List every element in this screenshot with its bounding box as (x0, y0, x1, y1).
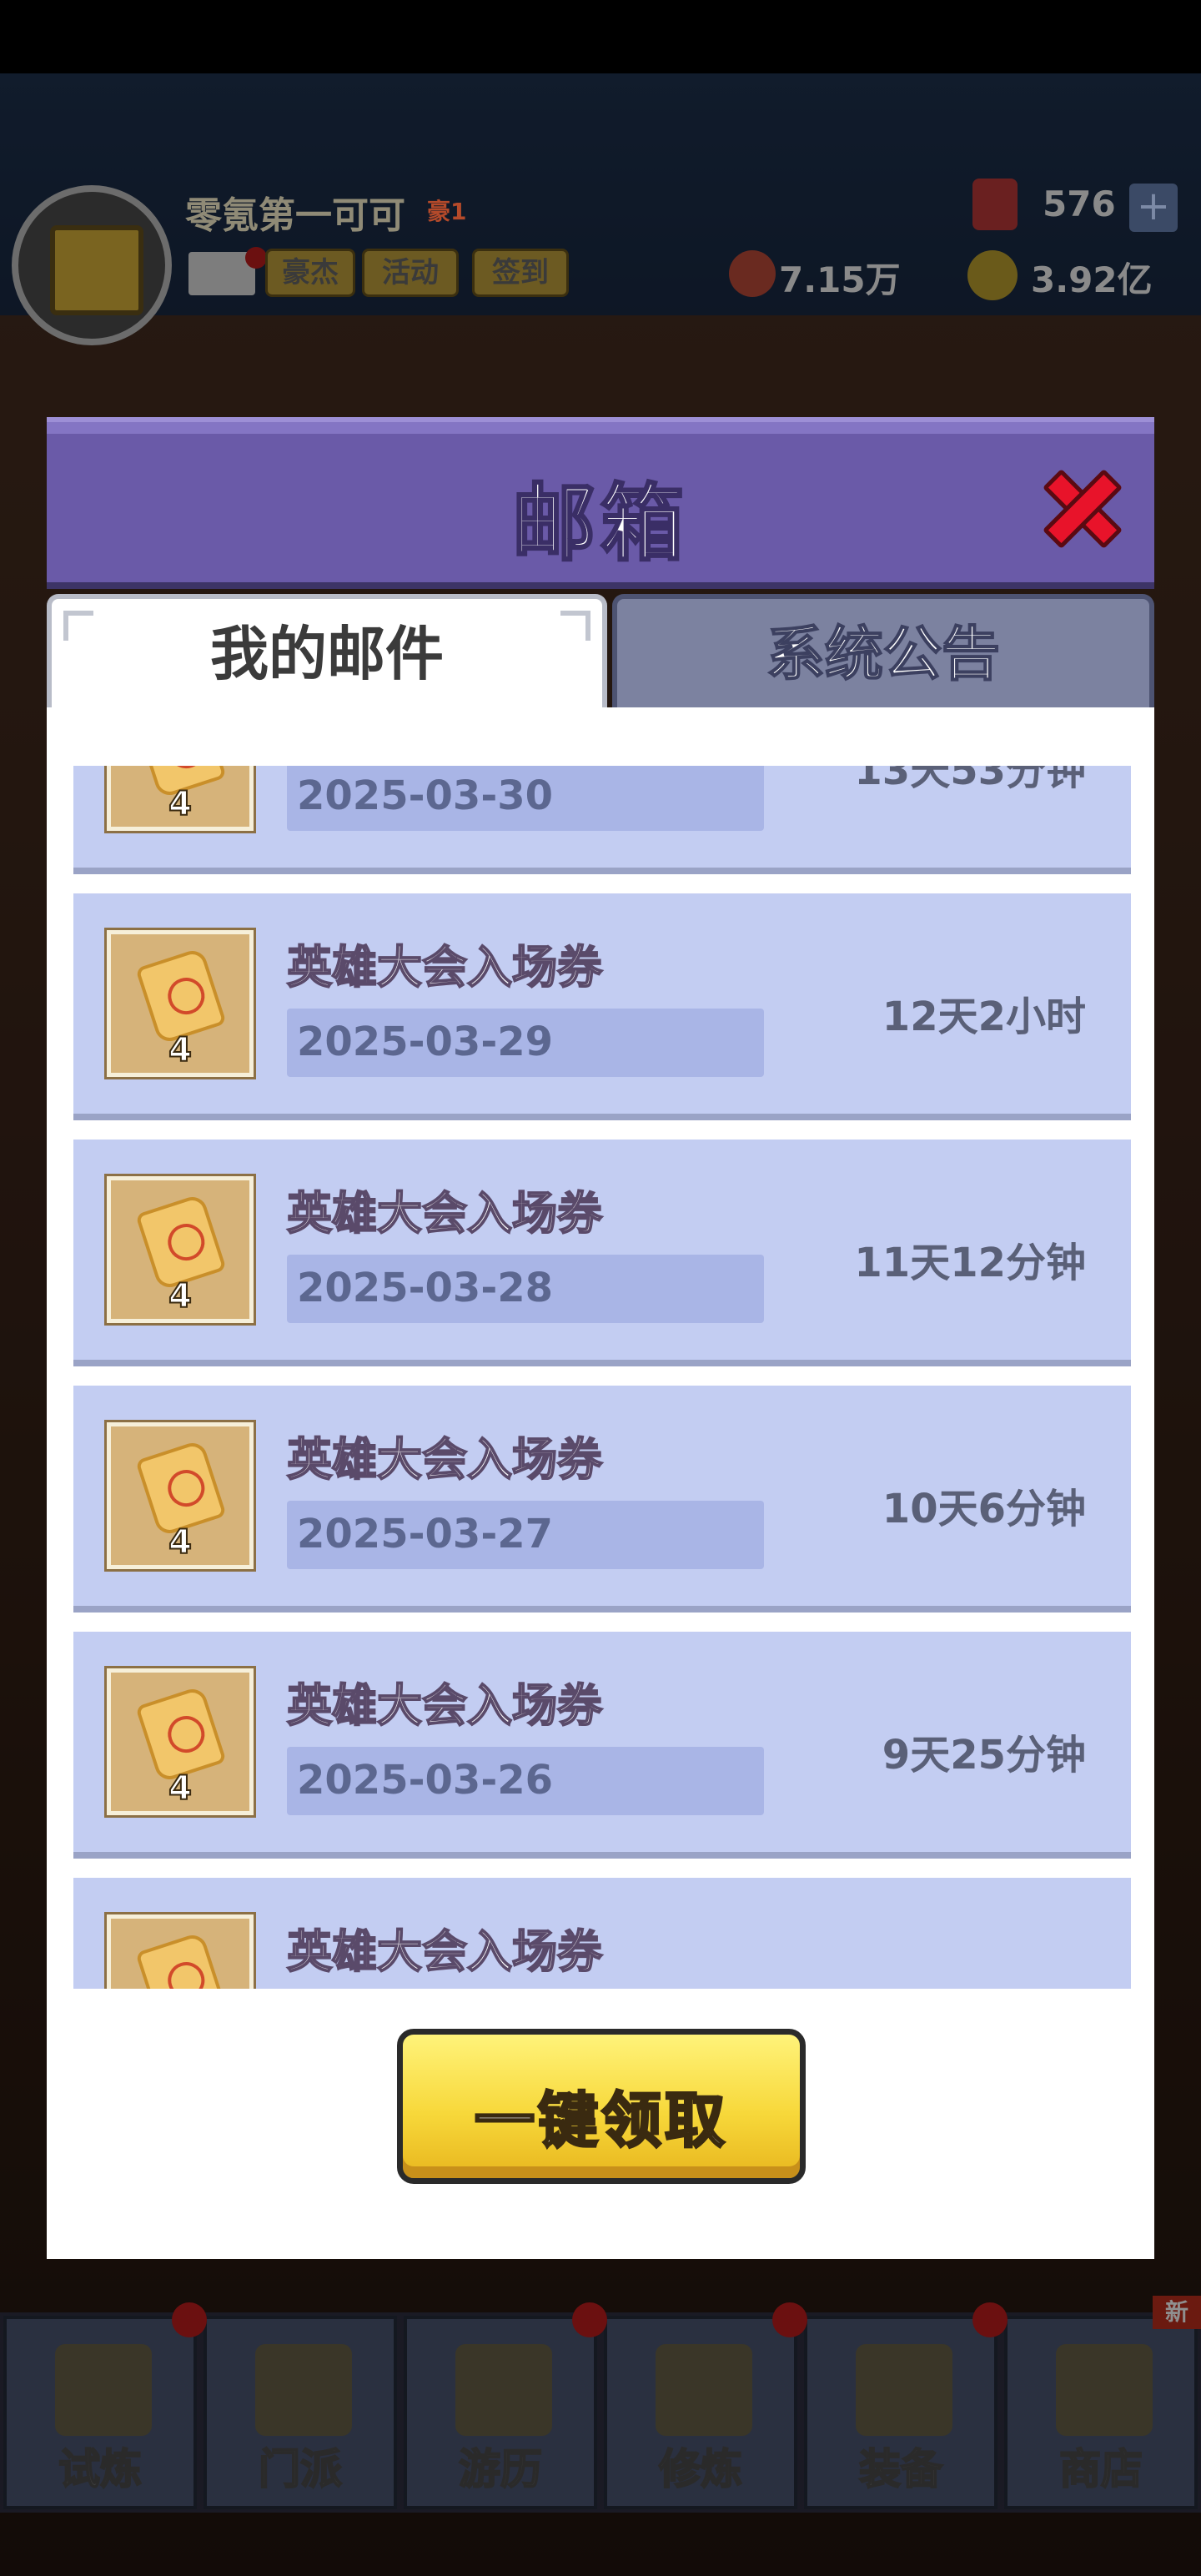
mail-expire-time: 10天6分钟 (882, 1486, 1086, 1532)
checkin-button[interactable]: 签到 (472, 249, 569, 297)
power-icon (729, 250, 776, 297)
mail-item[interactable]: 4 英雄大会入场券 (73, 1878, 1131, 1989)
gold-coin-icon (967, 250, 1018, 300)
mailbox-body: 4 英雄大会入场券 2025-03-30 13天53分钟 4 英雄大会入场券 2025-03… (47, 707, 1154, 2259)
item-quantity: 4 (168, 784, 193, 824)
ticket-scroll-icon: 4 (107, 1914, 254, 1989)
gold-value: 3.92亿 (1031, 259, 1153, 300)
mail-item[interactable]: 4 英雄大会入场券 2025-03-28 11天12分钟 (73, 1140, 1131, 1366)
travel-notification-dot (572, 2302, 607, 2337)
mail-expire-time: 9天25分钟 (882, 1732, 1086, 1779)
mail-item[interactable]: 4 英雄大会入场券 2025-03-26 9天25分钟 (73, 1632, 1131, 1859)
mail-expire-time: 13天53分钟 (854, 766, 1086, 794)
mail-date-bar: 2025-03-29 (287, 1009, 764, 1077)
item-quantity: 4 (168, 1276, 193, 1316)
tab-my-mail[interactable]: 我的邮件 (47, 594, 607, 707)
mail-title: 英雄大会入场券 (286, 1432, 603, 1487)
player-name: 零氪第一可可 (185, 194, 405, 237)
shop-icon (1056, 2344, 1153, 2436)
claim-all-button[interactable]: 一键领取 (397, 2029, 806, 2184)
trial-notification-dot (172, 2302, 207, 2337)
player-avatar[interactable] (12, 185, 172, 345)
mailbox-dialog: 邮箱 我的邮件 系统公告 4英雄大会入场券2025-03-3013天53分钟4英… (47, 417, 1154, 2259)
ninja-icon (55, 2344, 152, 2436)
sword-icon (856, 2344, 952, 2436)
gem-count: 576 (1043, 184, 1116, 224)
nav-travel[interactable]: 游历 (404, 2316, 597, 2509)
book-icon (656, 2344, 752, 2436)
mail-date: 2025-03-29 (297, 1019, 554, 1065)
ticket-scroll-icon: 4 (107, 766, 254, 831)
mail-title: 英雄大会入场券 (286, 1678, 603, 1733)
item-quantity: 4 (168, 1768, 193, 1809)
mailbox-header: 邮箱 (47, 417, 1154, 589)
nav-equipment[interactable]: 装备 (804, 2316, 997, 2509)
mail-date-bar: 2025-03-27 (287, 1501, 764, 1569)
mail-date-bar: 2025-03-28 (287, 1255, 764, 1323)
nav-sect[interactable]: 门派 (204, 2316, 397, 2509)
ticket-scroll-icon: 4 (107, 930, 254, 1077)
ticket-scroll-icon: 4 (107, 1176, 254, 1323)
mountain-icon (455, 2344, 552, 2436)
mail-title: 英雄大会入场券 (286, 1924, 603, 1979)
mail-date: 2025-03-28 (297, 1265, 554, 1311)
mail-item[interactable]: 4 英雄大会入场券 2025-03-29 12天2小时 (73, 893, 1131, 1120)
gem-icon (972, 179, 1018, 230)
mail-date-bar: 2025-03-30 (287, 766, 764, 831)
mailbox-title: 邮箱 (511, 474, 689, 574)
event-button[interactable]: 活动 (362, 249, 459, 297)
close-button[interactable] (1034, 460, 1131, 557)
mail-notification-dot (245, 247, 267, 269)
mail-list[interactable]: 4 英雄大会入场券 2025-03-30 13天53分钟 4 英雄大会入场券 2025-03… (73, 766, 1131, 1989)
tab-system-notice[interactable]: 系统公告 (612, 594, 1154, 707)
nav-trial[interactable]: 试炼 (3, 2316, 197, 2509)
cultivate-notification-dot (772, 2302, 807, 2337)
mail-item[interactable]: 4英雄大会入场券2025-03-3013天53分钟 (73, 766, 1131, 874)
vip-badge: 豪1 (427, 198, 467, 225)
item-quantity: 4 (168, 1522, 193, 1562)
add-gem-button[interactable]: + (1129, 184, 1178, 232)
mail-expire-time: 12天2小时 (882, 994, 1086, 1040)
nav-shop[interactable]: 商店 (1004, 2316, 1198, 2509)
mail-title: 英雄大会入场券 (286, 1186, 603, 1240)
mail-date-bar: 2025-03-26 (287, 1747, 764, 1815)
claim-all-label: 一键领取 (473, 2085, 728, 2157)
mail-date: 2025-03-27 (297, 1511, 554, 1557)
mailbox-tabs: 我的邮件 系统公告 (47, 589, 1154, 707)
player-hud (0, 73, 1201, 315)
ticket-scroll-icon: 4 (107, 1668, 254, 1815)
item-quantity: 4 (168, 1030, 193, 1070)
ticket-scroll-icon: 4 (107, 1422, 254, 1569)
mail-expire-time: 11天12分钟 (854, 1240, 1086, 1286)
nav-cultivate[interactable]: 修炼 (604, 2316, 797, 2509)
mail-date: 2025-03-30 (297, 772, 554, 819)
mail-item[interactable]: 4 英雄大会入场券 2025-03-27 10天6分钟 (73, 1386, 1131, 1613)
hero-button[interactable]: 豪杰 (265, 249, 355, 297)
mail-date: 2025-03-26 (297, 1757, 554, 1804)
power-value: 7.15万 (779, 259, 901, 300)
temple-icon (255, 2344, 352, 2436)
status-bar (0, 0, 1201, 73)
new-badge: 新 (1153, 2296, 1201, 2329)
mail-title: 英雄大会入场券 (286, 940, 603, 994)
equipment-notification-dot (972, 2302, 1008, 2337)
